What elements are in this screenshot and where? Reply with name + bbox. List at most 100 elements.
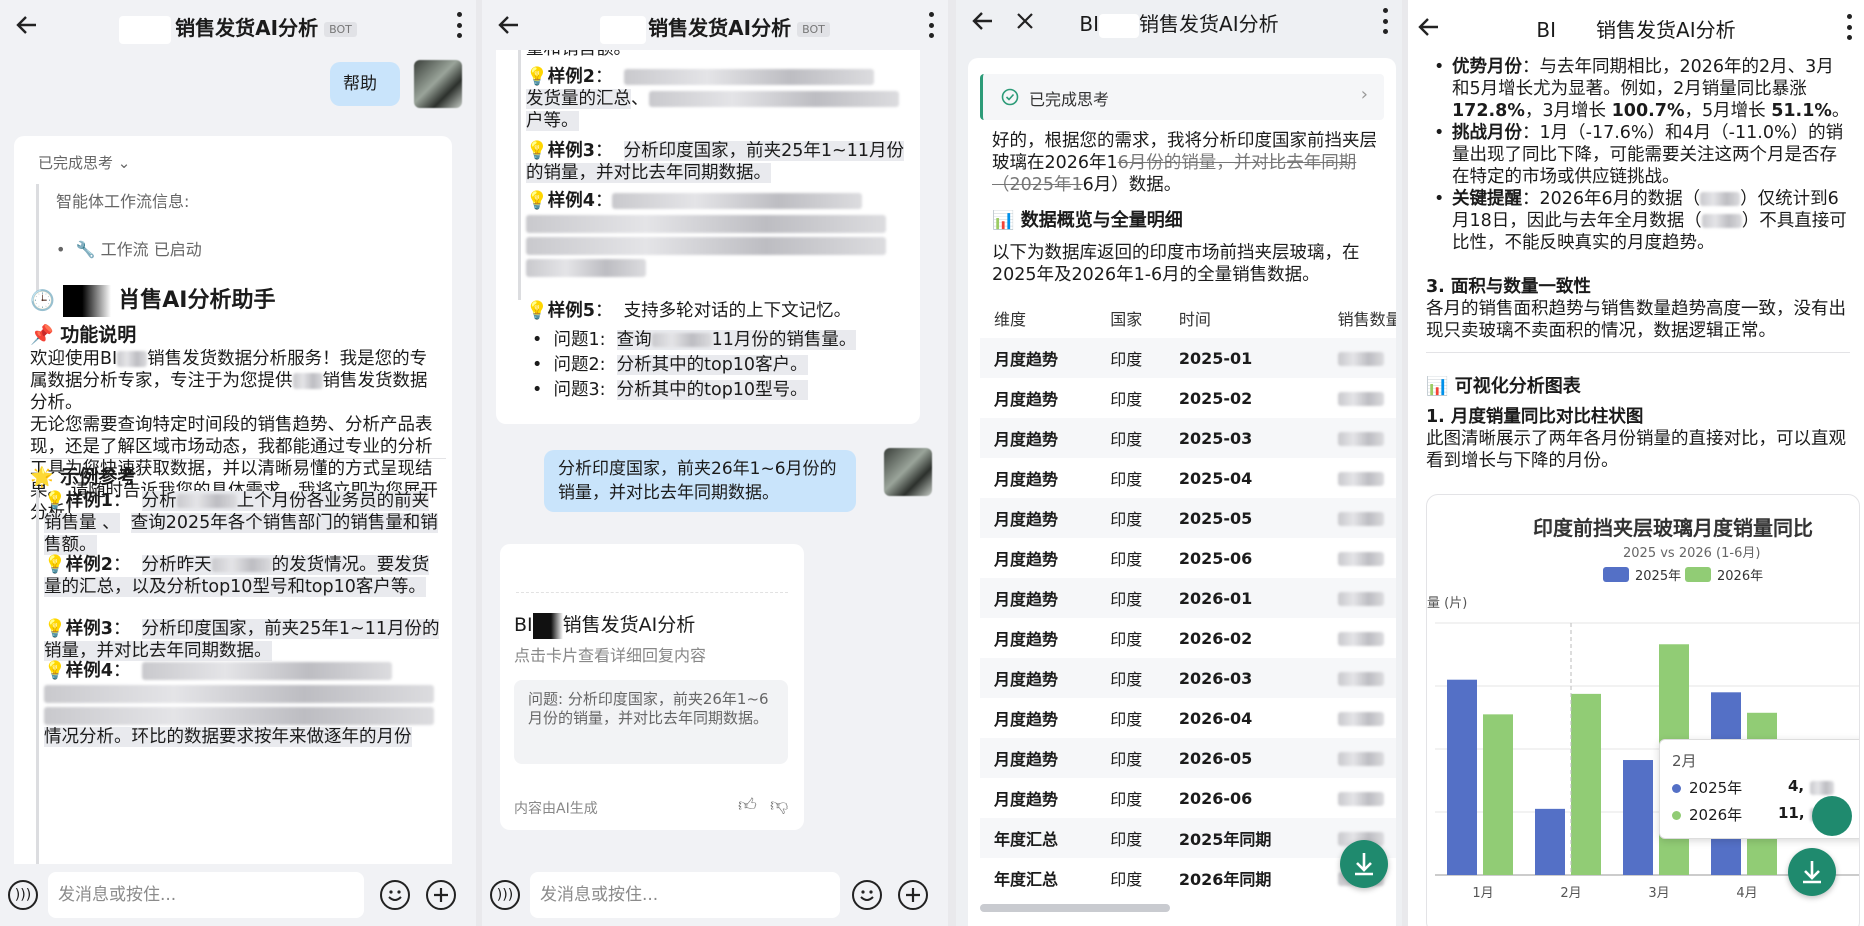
- clock-icon: 🕒: [30, 288, 55, 312]
- check-circle-icon: [1001, 88, 1019, 106]
- table-row: 月度趋势 印度 2025-01: [980, 338, 1396, 378]
- message-input[interactable]: 发消息或按住...: [530, 872, 840, 918]
- bot-tag: BOT: [797, 22, 830, 37]
- analysis-panel: BI 销售发货AI分析 • 优势月份：与去年同期相比，2026年的2月、3月和5月增…: [1408, 0, 1864, 926]
- horizontal-scrollbar[interactable]: [980, 904, 1170, 912]
- download-button[interactable]: [1340, 840, 1388, 888]
- bar: [1623, 760, 1653, 875]
- table-row: 月度趋势 印度 2025-06: [980, 538, 1396, 578]
- table-cell: 2025-04: [1178, 468, 1253, 488]
- column-header[interactable]: 销售数量: [1324, 298, 1396, 338]
- example-4: 💡样例4： 情况分析。环比的数据要求按年来做逐年的月份: [44, 660, 444, 748]
- composer: ))) 发消息或按住...: [0, 864, 476, 926]
- more-menu-icon[interactable]: [926, 12, 936, 38]
- thumbs-up-icon[interactable]: 👍︎: [738, 794, 757, 816]
- table-cell-redacted: [1323, 338, 1396, 378]
- legend-label: 2026年: [1717, 569, 1763, 584]
- user-message: 分析印度国家，前夹26年1~6月份的销量，并对比去年同期数据。: [544, 450, 856, 512]
- download-icon: [1355, 853, 1373, 876]
- data-table-wrap[interactable]: 维度 国家 时间 销售数量 月度趋势 印度 2025-01 月度趋势 印度 2025-02 月度趋…: [980, 298, 1396, 898]
- table-cell: 月度趋势: [994, 470, 1059, 489]
- assistant-reply-card: 已完成思考 ⌄ 智能体工作流信息: • 🔧 工作流 已启动 🕒 肖售AI分析助手…: [14, 136, 452, 896]
- workflow-status-item: • 🔧 工作流 已启动: [56, 240, 202, 259]
- more-menu-icon[interactable]: [1844, 14, 1854, 40]
- table-cell: 2025-05: [1164, 498, 1324, 538]
- card-title: BI 销售发货AI分析: [514, 610, 695, 639]
- table-row: 月度趋势 印度 2026-05: [980, 738, 1396, 778]
- table-cell: 2026-02: [1178, 628, 1253, 648]
- example-4: 💡样例4：: [526, 190, 916, 278]
- message-input[interactable]: 发消息或按住...: [48, 872, 364, 918]
- plus-icon[interactable]: [898, 880, 928, 910]
- quote-bar-2: [36, 490, 39, 890]
- table-cell-redacted: [1324, 778, 1396, 818]
- table-cell-redacted: [1323, 658, 1396, 698]
- table-cell-redacted: [1324, 698, 1396, 738]
- download-button[interactable]: [1788, 848, 1836, 896]
- more-menu-icon[interactable]: [1380, 8, 1390, 34]
- x-tick-label: 4月: [1736, 886, 1757, 901]
- table-cell: 印度: [1110, 550, 1143, 569]
- bar-chart-icon: 📊: [1426, 376, 1449, 397]
- table-cell: 2025年同期: [1164, 818, 1324, 858]
- user-message: 帮助: [330, 62, 400, 106]
- example-5: 💡样例5： 支持多轮对话的上下文记忆。: [526, 301, 852, 321]
- thumbs-down-icon[interactable]: 👎︎: [770, 794, 788, 816]
- bulb-icon: 💡: [44, 491, 66, 511]
- table-cell: 2025-02: [1178, 388, 1253, 408]
- voice-icon[interactable]: ))): [8, 880, 38, 910]
- example-2: 💡样例2： 发货量的汇总、 户等。: [526, 66, 916, 132]
- example-3: 💡样例3： 分析印度国家，前夹25年1~11月份的销量，并对比去年同期数据。: [44, 619, 440, 661]
- table-cell: 2026-05: [1164, 738, 1324, 778]
- table-cell: 2025-06: [1178, 548, 1253, 568]
- column-header[interactable]: 维度: [980, 298, 1096, 338]
- table-cell: 2026-03: [1164, 658, 1324, 698]
- table-cell-redacted: [1324, 378, 1396, 418]
- bulb-icon: 💡: [44, 661, 66, 681]
- chart-intro: 1. 月度销量同比对比柱状图 此图清晰展示了两年各月份销量的直接对比，可以直观看…: [1426, 407, 1846, 471]
- table-cell: 印度: [1096, 658, 1165, 698]
- user-avatar: [884, 448, 932, 496]
- question-3: • 问题3: 分析其中的top10型号。: [532, 380, 808, 400]
- emoji-icon[interactable]: [852, 880, 882, 910]
- finding-advantage: • 优势月份：与去年同期相比，2026年的2月、3月和5月增长尤为显著。例如，2月…: [1434, 57, 1850, 121]
- question-2: • 问题2: 分析其中的top10客户。: [532, 355, 808, 375]
- wrench-icon: 🔧: [75, 240, 96, 259]
- bulb-icon: 💡: [526, 67, 548, 87]
- table-cell-redacted: [1324, 618, 1396, 658]
- column-header[interactable]: 时间: [1165, 298, 1324, 338]
- table-row: 月度趋势 印度 2026-06: [980, 778, 1396, 818]
- think-toggle[interactable]: 已完成思考 ⌄: [38, 152, 130, 173]
- x-tick-label: 1月: [1472, 886, 1493, 901]
- chevron-down-icon: ⌄: [117, 154, 131, 172]
- section-desc: 以下为数据库返回的印度市场前挡夹层玻璃，在2025年及2026年1-6月的全量销…: [992, 243, 1360, 285]
- header: 销售发货AI分析 BOT: [0, 0, 476, 50]
- more-menu-icon[interactable]: [454, 12, 464, 38]
- detail-title: BI 销售发货AI分析: [1079, 12, 1279, 38]
- tooltip-month: 2月: [1672, 752, 1697, 770]
- card-question: 问题: 分析印度国家，前夹26年1~6月份的销量，并对比去年同期数据。: [514, 680, 788, 764]
- think-row[interactable]: 已完成思考 ›: [980, 74, 1384, 120]
- table-cell: 印度: [1096, 498, 1165, 538]
- x-tick-label: 2月: [1560, 886, 1581, 901]
- example-2: 💡样例2： 分析昨天 的发货情况。要发货量的汇总，以及分析top10型号和top1…: [44, 555, 430, 597]
- table-row: 月度趋势 印度 2025-02: [980, 378, 1396, 418]
- table-cell: 印度: [1110, 870, 1143, 889]
- column-header[interactable]: 国家: [1096, 298, 1165, 338]
- legend-swatch: [1685, 567, 1711, 582]
- voice-icon[interactable]: ))): [490, 880, 520, 910]
- divider: [30, 458, 446, 459]
- table-cell: 月度趋势: [980, 578, 1097, 618]
- header: 销售发货AI分析 BOT: [482, 0, 948, 50]
- table-cell: 月度趋势: [994, 790, 1059, 809]
- table-cell: 月度趋势: [980, 338, 1097, 378]
- emoji-icon[interactable]: [380, 880, 410, 910]
- table-cell: 月度趋势: [994, 550, 1059, 569]
- reply-link-card[interactable]: BI 销售发货AI分析 点击卡片查看详细回复内容 问题: 分析印度国家，前夹26年…: [500, 544, 804, 830]
- user-avatar: [414, 60, 462, 108]
- analysis-title: BI 销售发货AI分析: [1536, 18, 1736, 44]
- plus-icon[interactable]: [426, 880, 456, 910]
- side-fab[interactable]: [1812, 796, 1852, 836]
- table-cell-redacted: [1323, 578, 1396, 618]
- assistant-reply-card: 量和销售额。 💡样例2： 发货量的汇总、户等。 💡样例3： 分析印度国家，前夹2…: [496, 50, 920, 424]
